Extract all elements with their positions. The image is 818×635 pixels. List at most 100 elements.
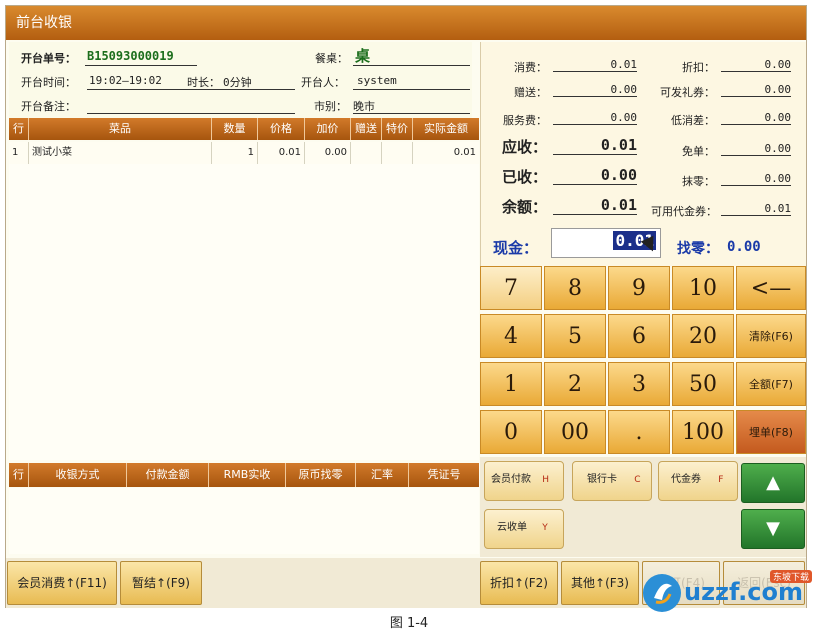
pcol-change: 原币找零 [286, 463, 356, 487]
col-dish: 菜品 [29, 118, 212, 140]
clear-button[interactable]: 清除(F6) [736, 314, 806, 358]
pcol-rmb: RMB实收 [209, 463, 286, 487]
member-consume-button[interactable]: 会员消费↑(F11) [7, 561, 117, 605]
remark-underline [87, 113, 295, 114]
market-label: 市别： [314, 100, 347, 113]
opener-underline [353, 89, 470, 90]
col-qty: 数量 [212, 118, 258, 140]
key-dot[interactable]: . [608, 410, 670, 454]
paid-value: 0.00 [553, 166, 637, 185]
change-value: 0.00 [727, 239, 761, 255]
col-surcharge: 加价 [305, 118, 351, 140]
voucher-avail-value: 0.01 [721, 202, 791, 216]
giftcard-label: 可发礼券： [660, 86, 715, 99]
arrow-up-icon: ▲ [766, 472, 780, 493]
opener-value: system [357, 74, 397, 87]
row-index: 1 [9, 142, 29, 164]
col-price: 价格 [258, 118, 305, 140]
balance-label: 余额： [501, 198, 547, 216]
backspace-key[interactable]: <— [736, 266, 806, 310]
open-time-label: 开台时间： [21, 76, 76, 89]
member-pay-button[interactable]: 会员付款 H [484, 461, 564, 501]
lowcons-value: 0.00 [721, 111, 791, 125]
key-0[interactable]: 0 [480, 410, 542, 454]
paid-label: 已收： [501, 168, 547, 186]
consume-label: 消费： [514, 61, 547, 74]
summary-panel: 消费： 0.01 折扣： 0.00 赠送： 0.00 可发礼券： 0.00 服务… [480, 42, 806, 266]
member-pay-label: 会员付款 [491, 474, 531, 485]
items-list-area[interactable] [9, 164, 479, 460]
duration-label: 时长： [187, 76, 220, 89]
key-100[interactable]: 100 [672, 410, 734, 454]
service-label: 服务费： [503, 114, 547, 127]
bank-card-button[interactable]: 银行卡 C [572, 461, 652, 501]
lowcons-label: 低消差： [671, 114, 715, 127]
row-actual: 0.01 [453, 147, 476, 158]
balance-value: 0.01 [553, 196, 637, 215]
due-label: 应收： [501, 138, 547, 156]
row-special [382, 142, 413, 164]
key-6[interactable]: 6 [608, 314, 670, 358]
row-gift [351, 142, 382, 164]
key-00[interactable]: 00 [544, 410, 606, 454]
service-value: 0.00 [553, 111, 637, 125]
row-price: 0.01 [258, 142, 305, 164]
col-actual: 实际金额 [424, 122, 468, 135]
open-time-value: 19:02—19:02 [89, 74, 162, 87]
watermark-sub: 东坡下载 [770, 570, 813, 583]
bank-card-hotkey: C [634, 475, 641, 485]
key-3[interactable]: 3 [608, 362, 670, 406]
change-label: 找零： [677, 241, 719, 257]
key-5[interactable]: 5 [544, 314, 606, 358]
scroll-up-button[interactable]: ▲ [741, 463, 805, 503]
discount-button[interactable]: 折扣↑(F2) [480, 561, 558, 605]
col-gift: 赠送 [351, 118, 382, 140]
col-row: 行 [9, 118, 29, 140]
discount-value: 0.00 [721, 58, 791, 72]
gift-label: 赠送： [514, 86, 547, 99]
key-8[interactable]: 8 [544, 266, 606, 310]
voucher-avail-label: 可用代金券： [651, 205, 717, 218]
key-4[interactable]: 4 [480, 314, 542, 358]
voucher-label: 代金券 [671, 474, 701, 485]
pos-window: 前台收银 开台单号： B15093000019 餐桌： 桌 开台时间： 19:0… [5, 5, 807, 608]
remark-label: 开台备注： [21, 100, 76, 113]
key-1[interactable]: 1 [480, 362, 542, 406]
pcol-rate: 汇率 [356, 463, 409, 487]
key-20[interactable]: 20 [672, 314, 734, 358]
bank-card-label: 银行卡 [587, 474, 617, 485]
key-7[interactable]: 7 [480, 266, 542, 310]
other-button[interactable]: 其他↑(F3) [561, 561, 639, 605]
pay-list-area[interactable] [9, 488, 479, 554]
key-50[interactable]: 50 [672, 362, 734, 406]
col-special: 特价 [382, 118, 413, 140]
table-underline [353, 65, 470, 66]
voucher-hotkey: F [718, 475, 724, 485]
cloud-pay-hotkey: Y [542, 523, 548, 533]
cloud-pay-button[interactable]: 云收单 Y [484, 509, 564, 549]
duration-value: 0分钟 [223, 76, 252, 89]
opener-label: 开台人： [301, 76, 345, 89]
cash-label: 现金： [493, 239, 539, 257]
table-value: 桌 [355, 47, 371, 65]
free-value: 0.00 [721, 142, 791, 156]
row-qty: 1 [212, 142, 258, 164]
full-amount-button[interactable]: 全额(F7) [736, 362, 806, 406]
watermark-logo: uzzf.com 东坡下载 [640, 570, 818, 616]
key-2[interactable]: 2 [544, 362, 606, 406]
order-no-underline [85, 65, 197, 66]
arrow-down-icon: ▼ [766, 518, 780, 539]
pay-table-header: 行 收银方式 付款金额 RMB实收 原币找零 汇率 凭证号 [9, 463, 479, 487]
order-info-panel: 开台单号： B15093000019 餐桌： 桌 开台时间： 19:02—19:… [9, 42, 472, 118]
key-9[interactable]: 9 [608, 266, 670, 310]
consume-value: 0.01 [553, 58, 637, 72]
due-value: 0.01 [553, 136, 637, 155]
table-row[interactable]: 1 测试小菜 1 0.01 0.00 0.01 [9, 142, 479, 165]
scroll-down-button[interactable]: ▼ [741, 509, 805, 549]
key-10[interactable]: 10 [672, 266, 734, 310]
table-label: 餐桌： [315, 52, 348, 65]
row-dish: 测试小菜 [29, 142, 212, 164]
voucher-button[interactable]: 代金券 F [658, 461, 738, 501]
temp-settle-button[interactable]: 暂结↑(F9) [120, 561, 202, 605]
settle-button[interactable]: 埋单(F8) [736, 410, 806, 454]
